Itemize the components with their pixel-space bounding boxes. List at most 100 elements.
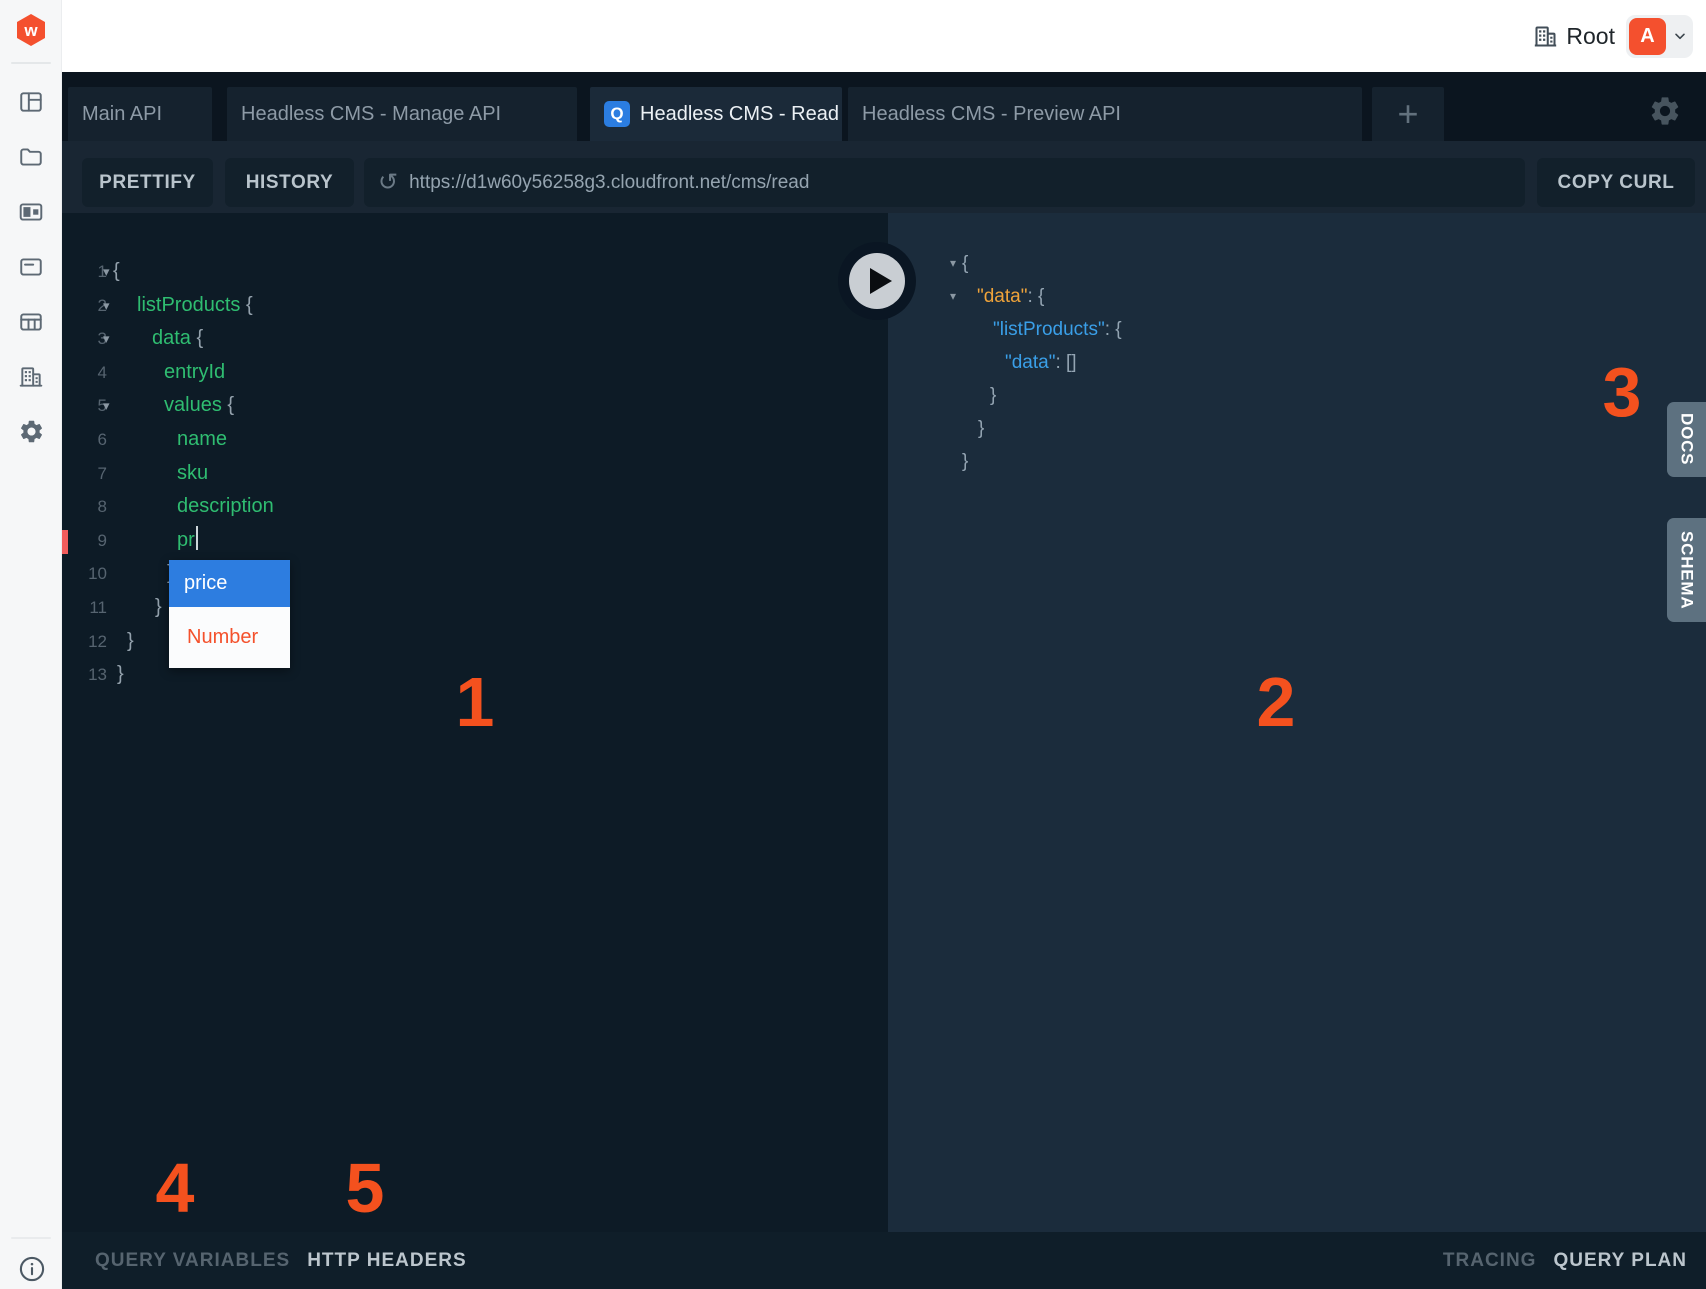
sidebar-item-layout-icon[interactable] (0, 74, 62, 129)
code-text: } (117, 658, 124, 692)
api-tab-strip: Main API Headless CMS - Manage API Q Headle… (62, 72, 1706, 141)
sidebar-item-table-icon[interactable] (0, 294, 62, 349)
fold-arrow-icon[interactable]: ▾ (950, 247, 956, 280)
code-text: listProducts { (137, 289, 253, 323)
code-text: } (155, 591, 162, 625)
logo-letter: w (23, 21, 38, 40)
text-cursor (196, 526, 198, 550)
fold-arrow-icon[interactable]: ▾ (103, 322, 110, 356)
prettify-button[interactable]: PRETTIFY (82, 158, 213, 207)
query-plan-tab[interactable]: QUERY PLAN (1553, 1250, 1687, 1272)
building-icon (1532, 23, 1559, 50)
query-line-8: 8 description (62, 490, 888, 524)
json-text: { (962, 247, 968, 280)
sidebar-item-building-icon[interactable] (0, 349, 62, 404)
query-line-4: 4 entryId (62, 356, 888, 390)
fold-arrow-icon[interactable]: ▾ (103, 255, 110, 289)
response-pane: ▾{▾"data": {"listProducts": {"data": []}… (888, 213, 1706, 1232)
top-bar: Root A (62, 0, 1706, 72)
app-window: w (0, 0, 1706, 1289)
query-line-9: 9 pr (62, 524, 888, 558)
sidebar-item-gear-icon[interactable] (0, 404, 62, 459)
webiny-logo-icon[interactable]: w (14, 13, 48, 47)
fold-arrow-icon[interactable]: ▾ (103, 389, 110, 423)
line-number: 2 (62, 289, 107, 323)
code-text: description (177, 490, 274, 524)
line-number: 12 (62, 625, 107, 659)
line-number: 11 (62, 591, 107, 625)
tab-label: Headless CMS - Preview API (862, 103, 1121, 126)
sidebar-item-form-icon[interactable] (0, 239, 62, 294)
sidebar-divider (11, 62, 51, 64)
tab-headless-cms-preview-api[interactable]: Headless CMS - Preview API (848, 87, 1362, 141)
left-sidebar: w (0, 0, 62, 1289)
code-text: { (113, 255, 120, 289)
line-number: 5 (62, 389, 107, 423)
code-text: sku (177, 457, 208, 491)
playground-settings-gear-icon[interactable] (1648, 94, 1682, 128)
sidebar-bottom-divider (11, 1237, 51, 1239)
query-line-1: 1▾{ (62, 255, 888, 289)
query-line-6: 6 name (62, 423, 888, 457)
endpoint-url-box: ↺ (364, 158, 1525, 207)
reload-endpoint-icon[interactable]: ↺ (378, 171, 398, 195)
fold-arrow-icon[interactable]: ▾ (950, 280, 956, 313)
query-badge-icon: Q (604, 101, 630, 127)
info-icon[interactable] (17, 1254, 47, 1284)
autocomplete-type-hint[interactable]: Number (169, 607, 290, 668)
code-text: entryId (164, 356, 225, 390)
code-text: pr (177, 524, 198, 558)
add-tab-button[interactable]: + (1372, 87, 1444, 141)
response-line-4: "data": [] (888, 346, 1706, 379)
play-icon (849, 253, 905, 309)
line-number: 4 (62, 356, 107, 390)
docs-tab[interactable]: DOCS (1667, 402, 1706, 477)
tab-bar: Main API Headless CMS - Manage API Q Headle… (62, 87, 1444, 141)
response-line-2: ▾"data": { (888, 280, 1706, 313)
code-text: values { (164, 389, 234, 423)
line-number: 6 (62, 423, 107, 457)
http-headers-tab[interactable]: HTTP HEADERS (307, 1250, 466, 1272)
query-line-2: 2▾ listProducts { (62, 289, 888, 323)
tab-label: Main API (82, 103, 162, 126)
fold-arrow-icon[interactable]: ▾ (103, 289, 110, 323)
autocomplete-item-price[interactable]: price (169, 560, 290, 607)
json-text: } (990, 379, 996, 412)
response-line-5: } (888, 379, 1706, 412)
line-number: 3 (62, 322, 107, 356)
line-number: 8 (62, 490, 107, 524)
tab-headless-cms-read-api[interactable]: QHeadless CMS - Read API✕ (590, 87, 842, 141)
tab-headless-cms-manage-api[interactable]: Headless CMS - Manage API (227, 87, 577, 141)
sidebar-item-folder-icon[interactable] (0, 129, 62, 184)
tracing-tab[interactable]: TRACING (1443, 1250, 1537, 1272)
avatar[interactable]: A (1629, 18, 1666, 55)
execute-query-button[interactable] (838, 242, 916, 320)
response-line-7: } (888, 445, 1706, 478)
json-text: "listProducts": { (993, 313, 1122, 346)
tab-label: Headless CMS - Read API (640, 103, 842, 126)
query-editor-pane[interactable]: 1▾{2▾listProducts {3▾data {4entryId5▾val… (62, 213, 888, 1232)
line-number: 9 (62, 524, 107, 558)
response-line-1: ▾{ (888, 247, 1706, 280)
query-line-7: 7sku (62, 457, 888, 491)
query-line-5: 5▾ values { (62, 389, 888, 423)
endpoint-url-input[interactable] (407, 171, 1511, 195)
code-text: name (177, 423, 227, 457)
copy-curl-button[interactable]: COPY CURL (1537, 158, 1695, 207)
schema-tab[interactable]: SCHEMA (1667, 518, 1706, 622)
query-line-3: 3▾ data { (62, 322, 888, 356)
tab-main-api[interactable]: Main API (68, 87, 212, 141)
chevron-down-icon (1672, 28, 1688, 44)
code-text: } (127, 625, 134, 659)
account-menu[interactable]: A (1626, 15, 1693, 58)
response-json: ▾{▾"data": {"listProducts": {"data": []}… (888, 247, 1706, 478)
autocomplete-popup: price Number (169, 560, 290, 668)
sidebar-item-pages-icon[interactable] (0, 184, 62, 239)
tab-label: Headless CMS - Manage API (241, 103, 501, 126)
response-line-6: } (888, 412, 1706, 445)
query-variables-tab[interactable]: QUERY VARIABLES (95, 1250, 290, 1272)
history-button[interactable]: HISTORY (225, 158, 354, 207)
bottom-bar: QUERY VARIABLES HTTP HEADERS TRACING QUE… (62, 1232, 1706, 1289)
code-text: data { (152, 322, 203, 356)
tenant-name: Root (1566, 23, 1615, 50)
